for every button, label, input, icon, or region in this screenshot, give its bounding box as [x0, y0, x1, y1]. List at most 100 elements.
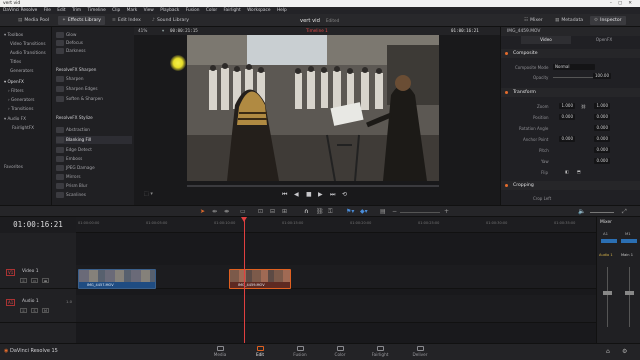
effect-item[interactable]: Defocus: [56, 39, 132, 47]
sidebar-item-favorites[interactable]: Favorites: [4, 164, 23, 169]
effect-item[interactable]: Sharpen: [56, 75, 132, 83]
audio-track-header[interactable]: A1 Audio 1 1.0 ⚿ S M: [0, 295, 76, 323]
menu-davinci[interactable]: DaVinci Resolve: [3, 8, 37, 13]
sidebar-item-titles[interactable]: Titles: [10, 59, 21, 64]
viewer-zoom[interactable]: 41%: [138, 27, 147, 35]
effect-item[interactable]: Scanlines: [56, 191, 132, 199]
section-composite[interactable]: Composite: [501, 49, 640, 58]
snapping-icon[interactable]: ∩: [304, 208, 308, 215]
play-icon[interactable]: ▶: [318, 191, 323, 198]
inspector-button[interactable]: ⚙ Inspector: [590, 16, 626, 25]
menu-clip[interactable]: Clip: [112, 8, 120, 13]
opacity-slider[interactable]: [553, 77, 593, 78]
menu-view[interactable]: View: [144, 8, 154, 13]
viewer-mode-icon[interactable]: ▾: [162, 27, 164, 35]
auto-select-icon[interactable]: ▭: [31, 278, 38, 283]
page-tab-fairlight[interactable]: Fairlight: [360, 346, 400, 357]
section-transform[interactable]: Transform: [501, 88, 640, 97]
effect-item[interactable]: Emboss: [56, 155, 132, 163]
viewer-options-icon[interactable]: ⬚ ▾: [144, 191, 153, 197]
zoom-x-field[interactable]: 1.000: [559, 103, 575, 109]
link-icon[interactable]: ⛓: [581, 104, 586, 109]
menu-mark[interactable]: Mark: [127, 8, 138, 13]
composite-mode-select[interactable]: Normal: [553, 64, 595, 70]
section-enable-dot[interactable]: [505, 184, 508, 187]
effect-item[interactable]: Prism Blur: [56, 182, 132, 190]
menu-file[interactable]: File: [44, 8, 51, 13]
fullscreen-icon[interactable]: ⤢: [622, 208, 627, 216]
tab-openfx[interactable]: OpenFX: [579, 36, 629, 44]
timeline-zoom-slider[interactable]: [400, 212, 440, 213]
lock-track-icon[interactable]: ⚿: [20, 278, 27, 283]
fader-m1[interactable]: [625, 291, 634, 295]
replace-clip-icon[interactable]: ⊞: [282, 208, 287, 215]
zoom-in-icon[interactable]: +: [444, 208, 449, 215]
selection-tool-icon[interactable]: ➤: [200, 208, 205, 215]
zoom-full-icon[interactable]: ▤: [380, 208, 386, 215]
position-x-field[interactable]: 0.000: [559, 114, 575, 120]
flip-vertical-icon[interactable]: ⬒: [577, 169, 581, 174]
sidebar-item-video-transitions[interactable]: Video Transitions: [10, 41, 46, 46]
sound-library-button[interactable]: ♪ Sound Library: [148, 16, 193, 25]
effect-item[interactable]: Edge Detect: [56, 146, 132, 154]
page-tab-color[interactable]: Color: [320, 346, 360, 357]
go-to-end-icon[interactable]: ⏭: [330, 191, 335, 199]
media-pool-button[interactable]: ▤ Media Pool: [14, 16, 53, 25]
volume-icon[interactable]: 🔈: [578, 208, 585, 215]
effect-item[interactable]: Mirrors: [56, 173, 132, 181]
menu-workspace[interactable]: Workspace: [247, 8, 271, 13]
effect-item[interactable]: Soften & Sharpen: [56, 95, 132, 103]
page-tab-fusion[interactable]: Fusion: [280, 346, 320, 357]
menu-timeline[interactable]: Timeline: [87, 8, 105, 13]
metadata-button[interactable]: ▦ Metadata: [551, 16, 587, 25]
menu-edit[interactable]: Edit: [57, 8, 65, 13]
marker-icon[interactable]: ◆▾: [360, 208, 368, 215]
page-tab-deliver[interactable]: Deliver: [400, 346, 440, 357]
page-tab-media[interactable]: Media: [200, 346, 240, 357]
video-track-header[interactable]: V1 Video 1 ⚿ ▭ ▬: [0, 265, 76, 289]
section-enable-dot[interactable]: [505, 91, 508, 94]
loop-icon[interactable]: ⟲: [342, 191, 347, 198]
position-lock-icon[interactable]: ⚿: [328, 208, 333, 216]
zoom-y-field[interactable]: 1.000: [594, 103, 610, 109]
settings-icon[interactable]: ⚙: [622, 348, 627, 355]
yaw-field[interactable]: 0.000: [594, 158, 610, 164]
effect-item-selected[interactable]: Blanking Fill: [56, 136, 132, 144]
mute-track-icon[interactable]: M: [42, 308, 49, 313]
step-back-icon[interactable]: ◀: [294, 191, 299, 198]
effect-item[interactable]: Abstraction: [56, 126, 132, 134]
effect-item[interactable]: Sharpen Edges: [56, 85, 132, 93]
page-tab-edit[interactable]: Edit: [240, 346, 280, 357]
effects-library-button[interactable]: ✦ Effects Library: [58, 16, 105, 25]
menu-color[interactable]: Color: [206, 8, 217, 13]
audio-track-lane[interactable]: [76, 295, 596, 323]
effect-item[interactable]: Darkness: [56, 47, 132, 55]
sidebar-item-ofx-generators[interactable]: › Generators: [8, 97, 34, 102]
sidebar-item-audio-fx[interactable]: ▾ Audio FX: [4, 116, 26, 121]
blade-tool-icon[interactable]: ▭: [240, 208, 246, 215]
timeline-clip-selected[interactable]: IMG_4459.MOV: [229, 269, 291, 289]
sidebar-item-ofx-transitions[interactable]: › Transitions: [8, 106, 33, 111]
effect-item[interactable]: Glow: [56, 31, 132, 39]
menu-trim[interactable]: Trim: [72, 8, 81, 13]
menu-playback[interactable]: Playback: [160, 8, 179, 13]
zoom-out-icon[interactable]: −: [392, 208, 397, 215]
mixer-button[interactable]: ☷ Mixer: [520, 16, 547, 25]
window-controls[interactable]: –▢✕: [610, 0, 638, 7]
edit-index-button[interactable]: ≡ Edit Index: [108, 16, 145, 25]
home-icon[interactable]: ⌂: [606, 348, 610, 355]
sidebar-item-filters[interactable]: › Filters: [8, 88, 24, 93]
trim-tool-icon[interactable]: ⇹: [212, 208, 217, 215]
viewer-scrub-bar[interactable]: [187, 185, 439, 187]
anchor-x-field[interactable]: 0.000: [559, 136, 575, 142]
sidebar-item-toolbox[interactable]: ▾ Toolbox: [4, 32, 23, 37]
menu-fairlight[interactable]: Fairlight: [223, 8, 240, 13]
solo-track-icon[interactable]: S: [31, 308, 38, 313]
playhead[interactable]: [244, 219, 245, 343]
fader-a1[interactable]: [603, 291, 612, 295]
volume-slider[interactable]: [590, 212, 614, 213]
linked-selection-icon[interactable]: ⛓: [316, 208, 324, 215]
timeline-ruler[interactable]: 01:00:00:00 01:00:05:00 01:00:10:00 01:0…: [76, 217, 596, 233]
sidebar-item-openfx[interactable]: ▾ OpenFX: [4, 79, 24, 84]
rotation-field[interactable]: 0.000: [594, 125, 610, 131]
